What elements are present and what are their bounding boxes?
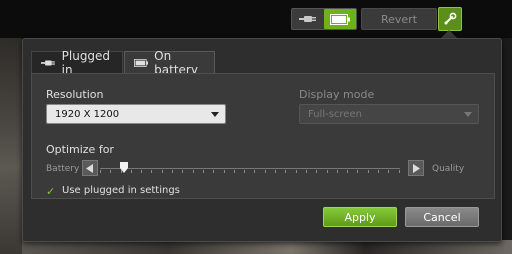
slider-tick <box>120 170 122 173</box>
slider-tick <box>398 170 400 173</box>
display-mode-value: Full-screen <box>308 108 362 120</box>
arrow-right-icon <box>413 163 420 173</box>
settings-button[interactable] <box>438 7 462 31</box>
settings-panel: Plugged in On battery Resolution 1920 X … <box>22 38 502 242</box>
display-mode-label: Display mode <box>299 88 375 101</box>
slider-tick <box>172 170 174 173</box>
slider-tick <box>305 170 307 173</box>
tab-content: Resolution 1920 X 1200 Display mode Full… <box>31 73 495 199</box>
battery-icon <box>330 13 350 25</box>
slider-tick <box>223 170 225 173</box>
chevron-down-icon <box>464 112 472 117</box>
slider-tick <box>275 170 277 173</box>
background-scene <box>0 38 22 254</box>
slider-tick <box>295 170 297 173</box>
power-mode-toggle[interactable] <box>291 8 357 30</box>
plug-icon <box>41 60 55 65</box>
slider-tick <box>233 170 235 173</box>
slider-tick <box>151 170 153 173</box>
tab-plugged-in[interactable]: Plugged in <box>31 49 123 77</box>
slider-tick <box>388 170 390 173</box>
cancel-button[interactable]: Cancel <box>405 207 479 227</box>
background-scene-bottom <box>22 240 512 254</box>
slider-tick <box>347 170 349 173</box>
optimize-slider-ticks <box>100 170 400 174</box>
resolution-value: 1920 X 1200 <box>55 108 120 120</box>
slider-increase-button[interactable] <box>408 160 424 176</box>
slider-tick <box>182 170 184 173</box>
revert-button[interactable]: Revert <box>361 8 437 30</box>
wrench-icon <box>444 12 457 25</box>
slider-tick <box>285 170 287 173</box>
apply-button[interactable]: Apply <box>323 207 397 227</box>
slider-tick <box>130 170 132 173</box>
battery-icon <box>134 58 149 67</box>
slider-tick <box>367 170 369 173</box>
slider-max-label: Quality <box>432 164 465 174</box>
arrow-left-icon <box>86 163 93 173</box>
slider-tick <box>254 170 256 173</box>
slider-tick <box>336 170 338 173</box>
use-plugged-settings-label[interactable]: Use plugged in settings <box>62 185 180 196</box>
slider-tick <box>264 170 266 173</box>
slider-tick <box>100 170 101 173</box>
slider-tick <box>326 170 328 173</box>
optimize-label: Optimize for <box>46 143 114 156</box>
slider-tick <box>192 170 194 173</box>
display-mode-select: Full-screen <box>299 104 479 124</box>
checkmark-icon[interactable]: ✓ <box>46 185 55 198</box>
slider-min-label: Battery <box>46 164 80 174</box>
slider-tick <box>202 170 204 173</box>
slider-tick <box>141 170 143 173</box>
on-battery-toggle[interactable] <box>324 9 356 29</box>
resolution-label: Resolution <box>46 88 104 101</box>
slider-tick <box>213 170 215 173</box>
optimize-slider-track[interactable] <box>100 168 400 169</box>
slider-tick <box>161 170 163 173</box>
slider-tick <box>357 170 359 173</box>
slider-tick <box>110 170 112 173</box>
plug-icon <box>299 16 316 22</box>
tab-on-battery[interactable]: On battery <box>124 49 215 77</box>
slider-tick <box>316 170 318 173</box>
slider-tick <box>244 170 246 173</box>
slider-tick <box>378 170 380 173</box>
slider-decrease-button[interactable] <box>82 160 98 176</box>
chevron-down-icon <box>211 112 219 117</box>
resolution-select[interactable]: 1920 X 1200 <box>46 104 226 124</box>
plugged-in-toggle[interactable] <box>292 9 324 29</box>
